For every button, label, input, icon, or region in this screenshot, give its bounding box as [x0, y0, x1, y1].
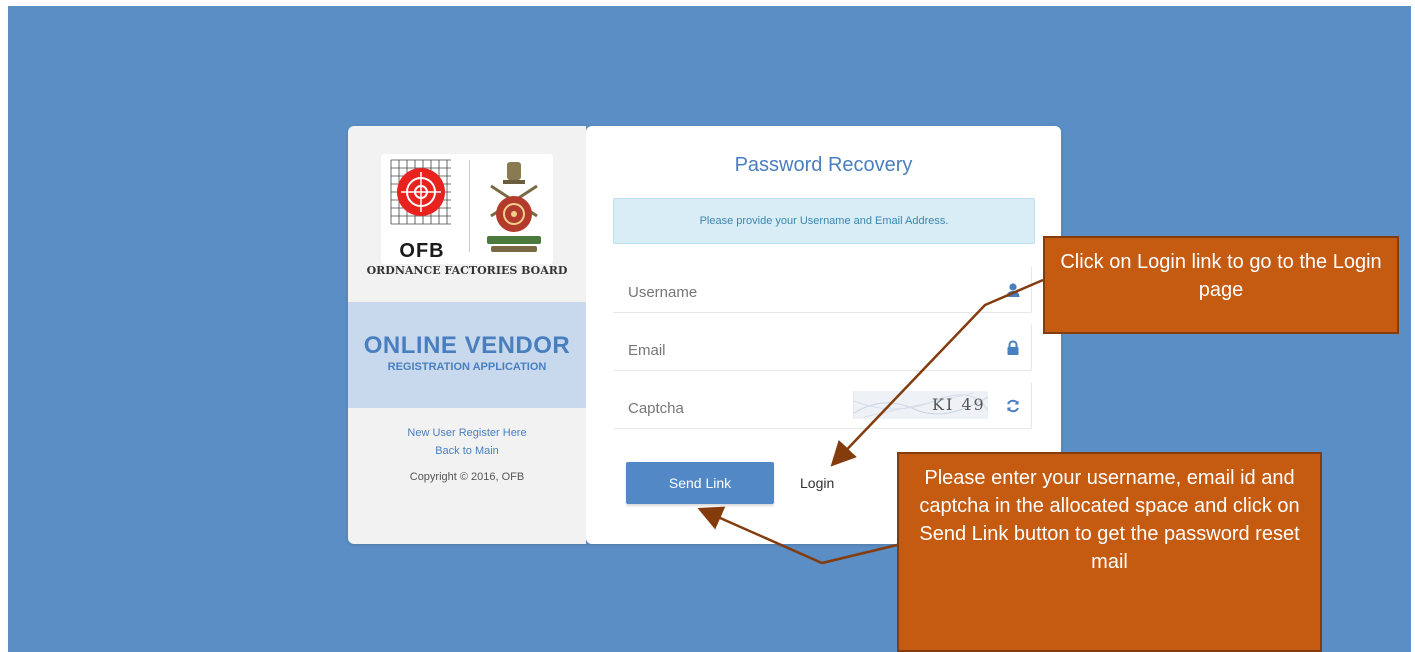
copyright-text: Copyright © 2016, OFB	[409, 471, 525, 483]
login-link[interactable]: Login	[800, 475, 834, 491]
captcha-image: KI 49	[853, 391, 988, 419]
refresh-icon[interactable]	[1005, 398, 1021, 414]
captcha-input[interactable]	[613, 382, 843, 428]
username-input[interactable]	[613, 266, 973, 312]
ofb-logo-text: OFB	[399, 240, 445, 262]
sidebar-panel: OFB ORDNANCE FACTORIES BOARD ONLINE VEND…	[348, 126, 586, 544]
lock-icon	[1007, 340, 1019, 355]
captcha-field: KI 49	[613, 382, 1032, 429]
app-title-band: ONLINE VENDOR REGISTRATION APPLICATION	[348, 302, 586, 408]
email-input[interactable]	[613, 324, 973, 370]
send-hint-callout: Please enter your username, email id and…	[897, 452, 1322, 652]
captcha-text: KI 49	[932, 395, 986, 414]
back-to-main-link[interactable]: Back to Main	[348, 445, 586, 457]
emblem-icon	[487, 162, 541, 252]
app-subtitle: REGISTRATION APPLICATION	[387, 361, 547, 373]
ofb-logo-icon	[390, 159, 451, 225]
send-link-button[interactable]: Send Link	[626, 462, 774, 504]
info-alert: Please provide your Username and Email A…	[613, 198, 1035, 244]
org-name: ORDNANCE FACTORIES BOARD	[366, 264, 568, 277]
login-hint-callout: Click on Login link to go to the Login p…	[1043, 236, 1399, 334]
page-title: Password Recovery	[734, 154, 913, 176]
username-field	[613, 266, 1032, 313]
logo-divider	[469, 160, 470, 252]
register-link[interactable]: New User Register Here	[348, 427, 586, 439]
user-icon	[1006, 283, 1020, 297]
app-title: ONLINE VENDOR	[363, 332, 571, 359]
email-field	[613, 324, 1032, 371]
logo-area: OFB	[381, 154, 553, 264]
